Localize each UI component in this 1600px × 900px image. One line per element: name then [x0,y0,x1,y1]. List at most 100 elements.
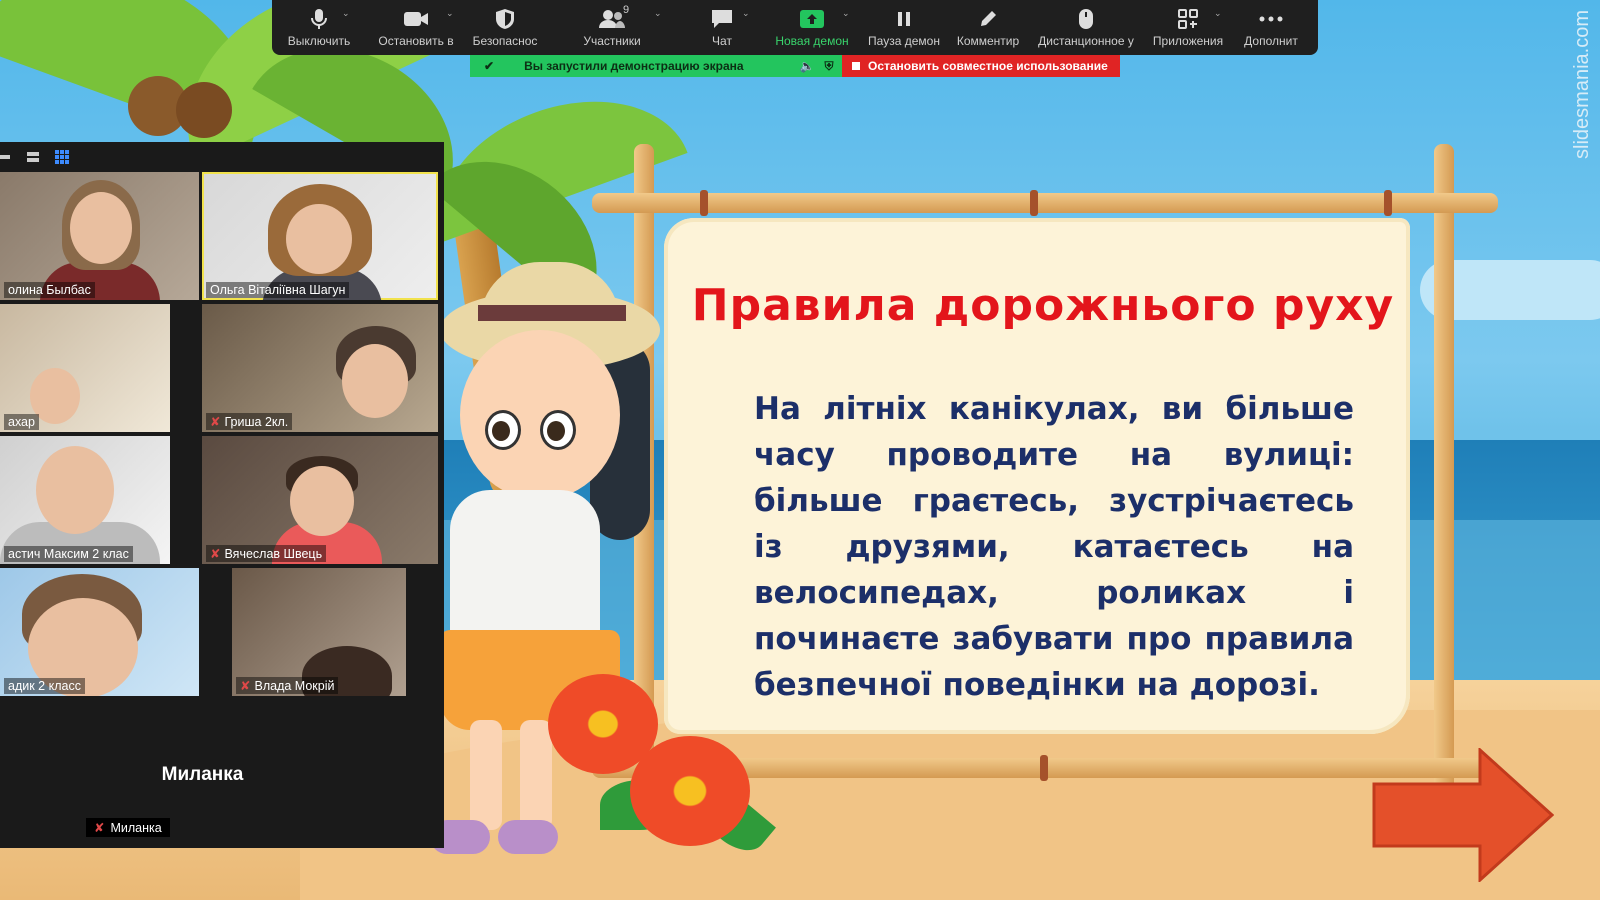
stop-square-icon [852,62,860,70]
rope-knot [1384,190,1392,216]
chat-button[interactable]: ⌄ Чат [680,0,764,55]
girl-leg [470,720,502,830]
video-tile[interactable]: олина Былбас [0,172,199,300]
bamboo-pole [1434,144,1454,794]
participant-name: ✘ Влада Мокрій [236,677,339,694]
participant-name: ✘ Вячеслав Швець [206,545,327,562]
security-button[interactable]: Безопаснос [466,0,544,55]
sharing-indicator-icon: ✔ [484,59,495,73]
pause-icon [895,4,913,34]
video-tile[interactable]: астич Максим 2 клас [0,436,170,564]
shield-icon[interactable]: ⛨ [825,59,834,74]
participant-face [286,204,352,274]
participant-name-text: Гриша 2кл. [224,415,289,429]
video-tile[interactable]: ✘ Влада Мокрій [232,568,406,696]
chevron-down-icon[interactable]: ⌄ [1214,8,1222,19]
muted-mic-icon: ✘ [240,679,251,693]
girl-hat-band [478,305,626,321]
rope-knot [700,190,708,216]
chevron-down-icon[interactable]: ⌄ [654,8,662,19]
annotate-button[interactable]: Комментир [948,0,1028,55]
speaker-view-icon[interactable] [0,149,16,165]
strip-view-icon[interactable] [26,149,42,165]
more-button[interactable]: Дополнит [1232,0,1310,55]
participant-name: астич Максим 2 клас [4,546,133,562]
participant-name-text: Миланка [110,821,162,835]
more-label: Дополнит [1244,34,1298,48]
apps-label: Приложения [1152,34,1224,48]
video-tile[interactable]: ✘ Вячеслав Швець [202,436,438,564]
security-label: Безопаснос [472,34,538,48]
apps-icon [1177,4,1199,34]
rope-knot [1040,755,1048,781]
participant-face [290,466,354,536]
girl-shoe [498,820,558,854]
shield-icon [495,4,515,34]
new-share-label: Новая демон [775,34,849,48]
chevron-down-icon[interactable]: ⌄ [342,8,350,19]
girl-shirt [450,490,600,640]
coconut [176,82,232,138]
more-dots-icon [1259,4,1283,34]
pencil-icon [978,4,998,34]
muted-mic-icon: ✘ [94,821,105,835]
video-tile-active-speaker[interactable]: Ольга Віталіївна Шагун [202,172,438,300]
participants-button[interactable]: 9 ⌄ Участники [544,0,680,55]
girl-leg [520,720,552,830]
chevron-down-icon[interactable]: ⌄ [446,8,454,19]
pause-share-button[interactable]: Пауза демон [860,0,948,55]
participants-count: 9 [623,4,630,16]
speaker-icon[interactable]: 🔈 [800,59,815,73]
gallery-header [0,142,444,172]
chat-label: Чат [712,34,732,48]
video-tile[interactable]: ✘ Гриша 2кл. [202,304,438,432]
sharing-status-bar[interactable]: ✔ Вы запустили демонстрацию экрана 🔈 ⛨ [470,55,842,77]
participant-name: олина Былбас [4,282,95,298]
participant-face [342,344,408,418]
stop-video-label: Остановить в [378,34,454,48]
video-tile[interactable]: ахар [0,304,170,432]
pause-share-label: Пауза демон [868,34,940,48]
video-tile[interactable]: адик 2 класс [0,568,199,696]
participant-name: ✘ Миланка [86,818,170,837]
grid-view-icon[interactable] [54,149,70,165]
slide-title: Правила дорожнього руху [691,280,1395,331]
hibiscus-flower [630,736,750,846]
next-arrow-icon[interactable] [1372,748,1554,882]
remote-control-label: Дистанционное у [1038,34,1134,48]
remote-control-button[interactable]: Дистанционное у [1028,0,1144,55]
stop-video-button[interactable]: ⌄ Остановить в [366,0,466,55]
stop-share-button[interactable]: Остановить совместное использование [842,55,1120,77]
new-share-button[interactable]: ⌄ Новая демон [764,0,860,55]
chat-bubble-icon [710,4,734,34]
video-camera-icon [403,4,429,34]
meeting-toolbar: ⌄ Выключить ⌄ Остановить в Безопаснос 9 … [272,0,1318,55]
participants-label: Участники [583,34,641,48]
annotate-label: Комментир [956,34,1020,48]
bamboo-bar [592,193,1498,213]
participant-name-text: Влада Мокрій [254,679,335,693]
chevron-down-icon[interactable]: ⌄ [842,8,850,19]
girl-hat-crown [480,262,620,332]
participant-name-text: Вячеслав Швець [224,547,323,561]
girl-eye [485,410,521,450]
participant-name: ахар [4,414,39,430]
watermark: slidesmania.com [1571,10,1593,159]
slide-body-text: На літніх канікулах, ви більше часу пров… [754,391,1354,703]
chevron-down-icon[interactable]: ⌄ [742,8,750,19]
participant-name-large: Миланка [161,764,244,785]
share-screen-icon [799,4,825,34]
participant-name: адик 2 класс [4,678,85,694]
video-gallery-panel: олина Былбас Ольга Віталіївна Шагун ахар… [0,142,444,848]
participant-face [36,446,114,534]
mouse-icon [1078,4,1094,34]
mute-label: Выключить [287,34,351,48]
muted-mic-icon: ✘ [210,415,221,429]
sharing-status-text: Вы запустили демонстрацию экрана [524,59,744,73]
rope-knot [1030,190,1038,216]
mute-button[interactable]: ⌄ Выключить [272,0,366,55]
apps-button[interactable]: ⌄ Приложения [1144,0,1232,55]
participant-name: Ольга Віталіївна Шагун [206,282,350,298]
microphone-icon [310,4,328,34]
muted-mic-icon: ✘ [210,547,221,561]
